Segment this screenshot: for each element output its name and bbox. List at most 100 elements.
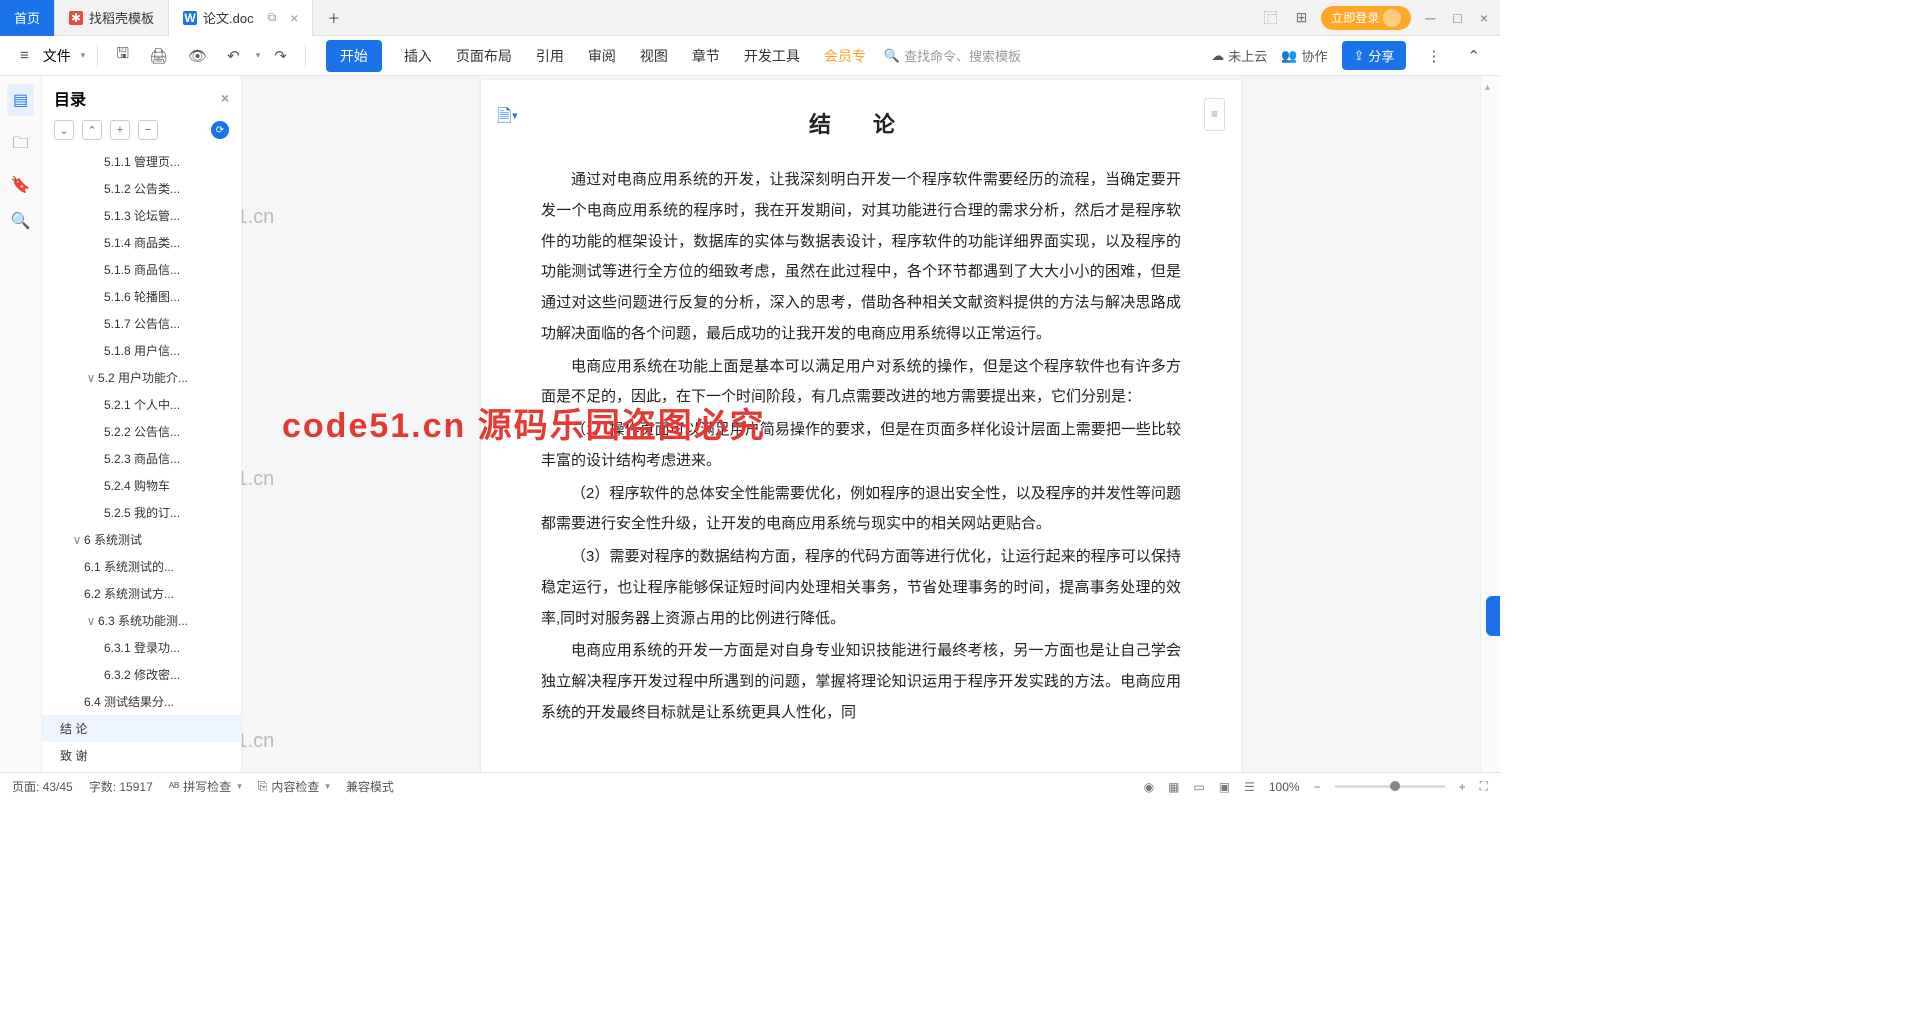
toc-item[interactable]: 6.3.2 修改密...	[42, 661, 241, 688]
expand-down-icon[interactable]: ⌄	[54, 120, 74, 140]
spell-check[interactable]: ᴬᴮ拼写检查▾	[169, 778, 242, 795]
ribbon-member[interactable]: 会员专	[822, 40, 868, 72]
toc-item[interactable]: 5.2.1 个人中...	[42, 391, 241, 418]
toc-label: 5.1.7 公告信...	[104, 315, 180, 332]
toc-item[interactable]: 6.1 系统测试的...	[42, 553, 241, 580]
page-menu-icon[interactable]: ≡	[1204, 98, 1225, 131]
app-tab-bar: 首页 ✱找稻壳模板 W论文.doc⧉× ＋ ⿸ ⊞ 立即登录 ─ □ ×	[0, 0, 1500, 36]
login-button[interactable]: 立即登录	[1321, 6, 1411, 30]
sync-icon[interactable]: ⟳	[211, 121, 229, 139]
page-icon[interactable]: 🗎▾	[497, 98, 518, 135]
add-icon[interactable]: +	[110, 120, 130, 140]
zoom-in-icon[interactable]: +	[1459, 780, 1466, 794]
status-bar: 页面: 43/45 字数: 15917 ᴬᴮ拼写检查▾ ⎘内容检查▾ 兼容模式 …	[0, 772, 1500, 800]
collapse-up-icon[interactable]: ⌃	[82, 120, 102, 140]
folder-icon[interactable]: 🗀	[12, 132, 28, 159]
close-panel-icon[interactable]: ×	[221, 90, 229, 106]
zoom-slider[interactable]	[1335, 785, 1445, 788]
ribbon-review[interactable]: 审阅	[586, 40, 618, 72]
collab-button[interactable]: 👥协作	[1281, 46, 1327, 65]
maximize-icon[interactable]: □	[1449, 6, 1465, 30]
toc-item[interactable]: 5.1.5 商品信...	[42, 256, 241, 283]
grid-view-icon[interactable]: ▦	[1168, 780, 1179, 794]
page-count[interactable]: 页面: 43/45	[12, 778, 73, 795]
toc-item[interactable]: 5.1.8 用户信...	[42, 337, 241, 364]
tab-template[interactable]: ✱找稻壳模板	[55, 0, 169, 36]
toc-item[interactable]: 结 论	[42, 715, 241, 742]
find-icon[interactable]: 🔍	[11, 211, 31, 231]
word-count[interactable]: 字数: 15917	[89, 778, 153, 795]
ribbon-chapter[interactable]: 章节	[690, 40, 722, 72]
toc-item[interactable]: 5.1.7 公告信...	[42, 310, 241, 337]
toc-item[interactable]: ∨6.3 系统功能测...	[42, 607, 241, 634]
close-icon[interactable]: ×	[290, 10, 298, 26]
redo-icon[interactable]: ↷	[268, 43, 293, 69]
doc-item: （3）需要对程序的数据结构方面，程序的代码方面等进行优化，让运行起来的程序可以保…	[541, 542, 1181, 634]
bookmark-icon[interactable]: 🔖	[11, 175, 31, 195]
toc-item[interactable]: 5.2.5 我的订...	[42, 499, 241, 526]
outline-title: 目录	[54, 86, 86, 110]
file-menu[interactable]: 文件	[43, 46, 71, 66]
command-search[interactable]: 🔍查找命令、搜索模板	[884, 46, 1021, 65]
web-view-icon[interactable]: ▭	[1193, 780, 1204, 794]
toc-item[interactable]: 5.1.2 公告类...	[42, 175, 241, 202]
minimize-icon[interactable]: ─	[1421, 6, 1439, 30]
preview-icon[interactable]: 👁	[182, 43, 213, 69]
save-icon[interactable]: 🖫	[110, 39, 135, 72]
print-icon[interactable]: 🖨	[143, 43, 174, 69]
scroll-up-icon[interactable]: ▴	[1485, 82, 1490, 93]
cast-icon[interactable]: ⧉	[268, 10, 277, 25]
tab-document[interactable]: W论文.doc⧉×	[169, 0, 313, 36]
toc-item[interactable]: 6.3.1 登录功...	[42, 634, 241, 661]
more-icon[interactable]: ⋮	[1420, 43, 1447, 69]
toc-item[interactable]: 5.1.3 论坛管...	[42, 202, 241, 229]
share-button[interactable]: ⇪分享	[1342, 41, 1407, 70]
toc-label: 5.1.2 公告类...	[104, 180, 180, 197]
reading-view-icon[interactable]: ▣	[1219, 780, 1230, 794]
panel-icon[interactable]: ⿸	[1260, 4, 1282, 32]
tab-home[interactable]: 首页	[0, 0, 55, 36]
watermark: code51.cn	[242, 206, 274, 229]
outline-icon[interactable]: ▤	[7, 84, 34, 116]
fullscreen-icon[interactable]: ⛶	[1480, 779, 1488, 794]
apps-icon[interactable]: ⊞	[1292, 5, 1312, 30]
toc-item[interactable]: 5.2.2 公告信...	[42, 418, 241, 445]
toc-item[interactable]: 5.2.4 购物车	[42, 472, 241, 499]
toc-item[interactable]: 参考文献	[42, 769, 241, 772]
toc-item[interactable]: ∨6 系统测试	[42, 526, 241, 553]
collapse-icon[interactable]: ⌃	[1461, 43, 1486, 69]
outline-view-icon[interactable]: ☰	[1244, 780, 1255, 794]
cloud-status[interactable]: ☁未上云	[1211, 46, 1267, 65]
chevron-down-icon: ∨	[84, 614, 98, 628]
content-check[interactable]: ⎘内容检查▾	[258, 778, 330, 795]
zoom-out-icon[interactable]: −	[1314, 780, 1321, 794]
ribbon-ref[interactable]: 引用	[534, 40, 566, 72]
zoom-value[interactable]: 100%	[1269, 780, 1300, 794]
toc-item[interactable]: 5.1.6 轮播图...	[42, 283, 241, 310]
toc-item[interactable]: 5.1.1 管理页...	[42, 148, 241, 175]
toc-item[interactable]: 6.2 系统测试方...	[42, 580, 241, 607]
compat-mode[interactable]: 兼容模式	[346, 778, 394, 795]
ribbon-dev[interactable]: 开发工具	[742, 40, 802, 72]
toc-item[interactable]: 5.2.3 商品信...	[42, 445, 241, 472]
toc-item[interactable]: 5.1.4 商品类...	[42, 229, 241, 256]
side-pull-tab[interactable]	[1486, 596, 1500, 636]
remove-icon[interactable]: −	[138, 120, 158, 140]
hamburger-icon[interactable]: ≡	[14, 43, 35, 68]
watermark: code51.cn	[242, 468, 274, 491]
ribbon-start[interactable]: 开始	[326, 40, 382, 72]
toc-item[interactable]: 致 谢	[42, 742, 241, 769]
ribbon-layout[interactable]: 页面布局	[454, 40, 514, 72]
doc-para: 电商应用系统在功能上面是基本可以满足用户对系统的操作，但是这个程序软件也有许多方…	[541, 352, 1181, 414]
ribbon-view[interactable]: 视图	[638, 40, 670, 72]
window-close-icon[interactable]: ×	[1476, 6, 1492, 30]
toc-item[interactable]: 6.4 测试结果分...	[42, 688, 241, 715]
right-rail: ▴	[1480, 76, 1500, 772]
ribbon-insert[interactable]: 插入	[402, 40, 434, 72]
document-canvas[interactable]: code51.cn code51.cn code51.cn 🗎▾ ≡ 结 论 通…	[242, 76, 1480, 772]
toc-item[interactable]: ∨5.2 用户功能介...	[42, 364, 241, 391]
eye-icon[interactable]: ◉	[1144, 780, 1154, 794]
toc-label: 5.2.4 购物车	[104, 477, 170, 494]
tab-new[interactable]: ＋	[313, 0, 354, 36]
undo-icon[interactable]: ↶	[221, 43, 246, 69]
